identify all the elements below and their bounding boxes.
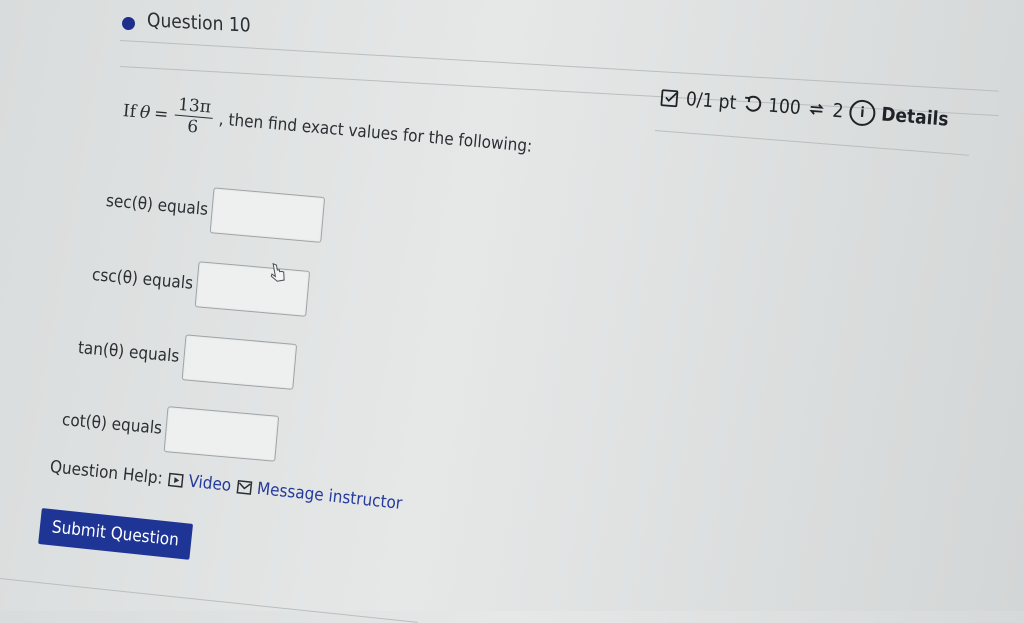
video-label: Video: [187, 471, 233, 496]
score-check-icon: [659, 87, 681, 109]
prompt-text: , then find exact values for the followi…: [218, 108, 534, 157]
cot-answer-input[interactable]: [163, 406, 280, 462]
attempts-count: 2: [831, 99, 845, 123]
fraction-denominator: 6: [186, 116, 199, 138]
prompt-if: If: [122, 100, 137, 122]
video-icon: [168, 472, 185, 488]
theta-fraction: 13π 6: [173, 94, 215, 139]
header-divider-top: [119, 40, 999, 92]
sec-label: sec(θ) equals: [105, 191, 209, 220]
meta-divider: [654, 130, 970, 156]
help-label: Question Help:: [48, 457, 164, 489]
tan-label: tan(θ) equals: [77, 338, 181, 367]
submit-question-button[interactable]: Submit Question: [38, 508, 193, 560]
question-header: Question 10: [122, 9, 251, 37]
cot-label: cot(θ) equals: [61, 410, 163, 439]
page-bottom-divider: [0, 578, 418, 623]
question-page: Question 10 0/1 pt 100 2 i Details If θ …: [0, 0, 1024, 623]
info-icon[interactable]: i: [848, 98, 877, 127]
score-text: 0/1 pt: [685, 88, 738, 114]
fraction-numerator: 13π: [174, 94, 215, 119]
question-title: Question 10: [147, 9, 251, 37]
row-tan: tan(θ) equals: [76, 325, 297, 390]
retries-count: 100: [767, 94, 802, 120]
row-sec: sec(θ) equals: [104, 178, 326, 243]
video-link[interactable]: Video: [168, 470, 233, 496]
message-icon: [236, 479, 253, 495]
details-link[interactable]: Details: [880, 103, 949, 130]
retry-icon: [741, 94, 763, 116]
sec-answer-input[interactable]: [209, 187, 326, 243]
csc-label: csc(θ) equals: [91, 265, 194, 294]
message-label: Message instructor: [255, 478, 404, 514]
row-cot: cot(θ) equals: [60, 397, 280, 462]
question-prompt: If θ = 13π 6 , then find exact values fo…: [121, 90, 534, 167]
mouse-cursor-icon: [270, 262, 285, 282]
attempts-icon: [806, 99, 828, 121]
message-instructor-link[interactable]: Message instructor: [236, 477, 403, 514]
theta-symbol: θ: [139, 102, 152, 123]
equals-sign: =: [153, 103, 170, 125]
tan-answer-input[interactable]: [181, 334, 297, 390]
question-meta: 0/1 pt 100 2 i Details: [659, 84, 950, 133]
question-help: Question Help: Video Message instructor: [49, 457, 403, 514]
csc-answer-input[interactable]: [194, 261, 311, 317]
question-status-dot: [122, 16, 135, 30]
